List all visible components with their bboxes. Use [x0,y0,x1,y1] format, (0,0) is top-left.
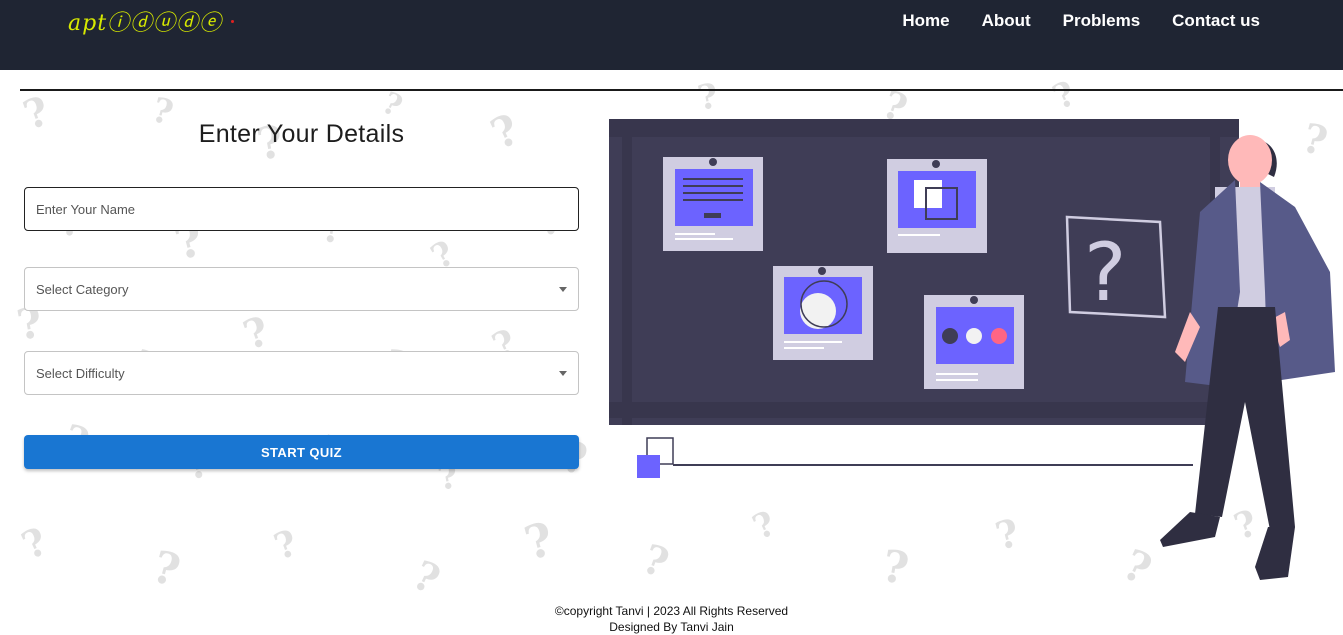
difficulty-select-label: Select Difficulty [36,365,125,381]
svg-text:?: ? [377,86,408,125]
name-field[interactable] [24,187,579,231]
svg-text:?: ? [1084,226,1126,319]
name-input[interactable] [36,201,567,217]
footer-designed-by: Designed By Tanvi Jain [609,620,734,634]
category-select-label: Select Category [36,281,129,297]
nav-problems-link[interactable]: Problems [1063,10,1140,32]
footer: ©copyright Tanvi | 2023 All Rights Reser… [0,600,1343,634]
category-select[interactable]: Select Category [24,267,579,311]
svg-text:?: ? [519,511,559,570]
red-dot-decoration [231,20,234,23]
logo-text: aptⓘⓓⓤⓓⓔ [68,11,223,36]
card-circles [773,266,873,360]
card-document [663,157,763,251]
nav-home-link[interactable]: Home [902,10,949,32]
difficulty-select[interactable]: Select Difficulty [24,351,579,395]
nav-about-link[interactable]: About [982,10,1031,32]
svg-text:?: ? [15,518,54,568]
svg-text:?: ? [147,541,185,597]
caret-down-icon [559,287,567,292]
logo[interactable]: aptⓘⓓⓤⓓⓔ [68,6,222,36]
footer-copyright: ©copyright Tanvi | 2023 All Rights Reser… [554,604,789,618]
card-dots [924,295,1024,389]
nav-links: Home About Problems Contact us [902,10,1260,32]
svg-text:?: ? [406,551,447,600]
caret-down-icon [559,371,567,376]
quiz-board-illustration: ? [609,119,1335,580]
nav-contact-link[interactable]: Contact us [1172,10,1260,32]
svg-text:?: ? [269,522,303,569]
header-divider [20,89,1343,91]
navbar: aptⓘⓓⓤⓓⓔ Home About Problems Contact us [0,0,1343,70]
start-quiz-button[interactable]: START QUIZ [24,435,579,469]
card-squares [887,159,987,253]
form-title: Enter Your Details [198,120,405,148]
